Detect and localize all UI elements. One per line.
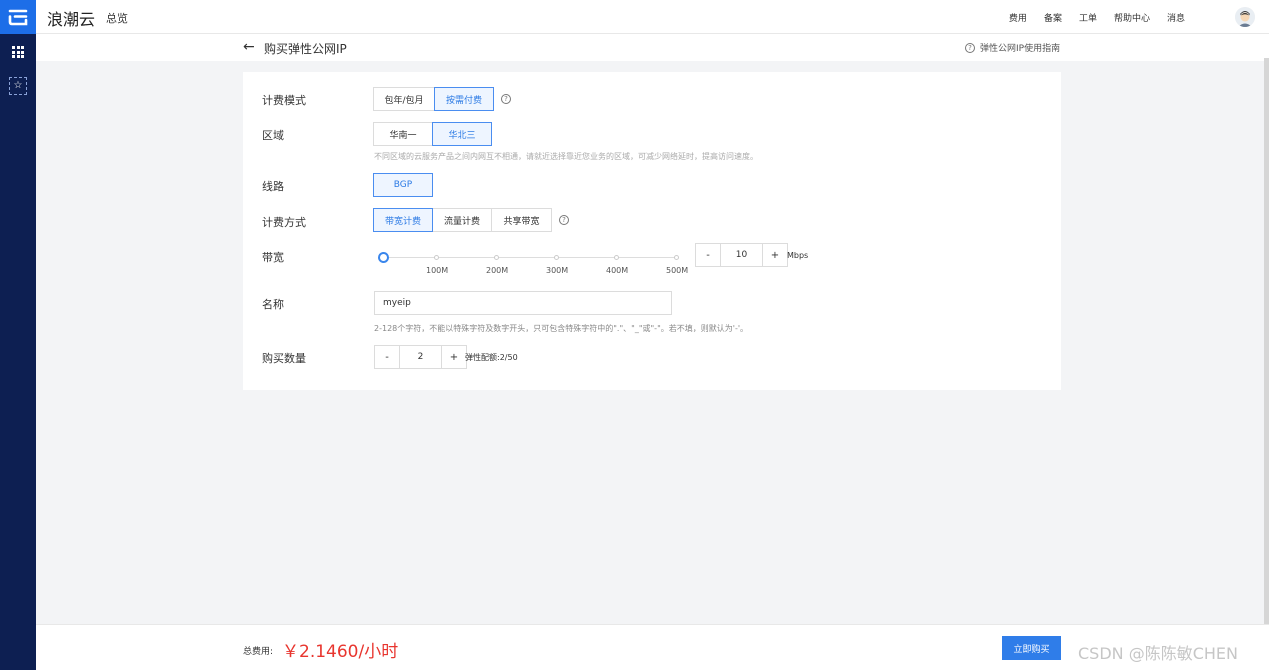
bandwidth-increase-button[interactable]: + — [763, 244, 787, 266]
option-prepaid[interactable]: 包年/包月 — [373, 87, 435, 111]
quantity-label: 购买数量 — [262, 352, 306, 365]
top-nav: 费用 备案 工单 帮助中心 消息 — [992, 11, 1185, 24]
purchase-form: 计费模式 包年/包月 按需付费 ? 区域 华南一 华北三 不同区域的云服务产品之… — [243, 72, 1061, 390]
nav-messages[interactable]: 消息 — [1167, 11, 1185, 24]
logo-icon[interactable] — [0, 0, 36, 34]
option-region-north-3[interactable]: 华北三 — [432, 122, 492, 146]
name-input[interactable]: myeip — [374, 291, 672, 315]
charge-type-label: 计费方式 — [262, 216, 306, 229]
billing-mode-label: 计费模式 — [262, 94, 306, 107]
quantity-value-input[interactable]: 2 — [399, 346, 442, 368]
quantity-stepper: - 2 + — [374, 345, 467, 369]
option-pay-as-you-go[interactable]: 按需付费 — [434, 87, 494, 111]
line-label: 线路 — [262, 180, 284, 193]
nav-tickets[interactable]: 工单 — [1079, 11, 1097, 24]
charge-type-selector: 带宽计费 流量计费 共享带宽 — [373, 208, 552, 232]
line-selector: BGP — [373, 173, 433, 197]
nav-fees[interactable]: 费用 — [1009, 11, 1027, 24]
bandwidth-value-input[interactable]: 10 — [720, 244, 763, 266]
option-bgp[interactable]: BGP — [373, 173, 433, 197]
slider-tick-label: 300M — [546, 266, 569, 275]
option-region-south-1[interactable]: 华南一 — [373, 122, 433, 146]
nav-help[interactable]: 帮助中心 — [1114, 11, 1150, 24]
option-traffic-billing[interactable]: 流量计费 — [432, 208, 492, 232]
favorites-star-icon[interactable]: ☆ — [9, 77, 27, 95]
slider-tick-label: 200M — [486, 266, 509, 275]
bandwidth-slider[interactable]: 100M 200M 300M 400M 500M — [378, 252, 688, 283]
apps-grid-icon[interactable] — [12, 46, 24, 58]
bottom-bar: 总费用: ￥2.1460/小时 立即购买 CSDN @陈陈敏CHEN — [36, 624, 1269, 670]
quantity-increase-button[interactable]: + — [442, 346, 466, 368]
avatar[interactable] — [1235, 7, 1255, 27]
top-bar: 浪潮云 总览 费用 备案 工单 帮助中心 消息 — [36, 0, 1269, 34]
brand-name[interactable]: 浪潮云 — [47, 6, 95, 30]
bandwidth-label: 带宽 — [262, 251, 284, 264]
page-title: 购买弹性公网IP — [264, 42, 347, 56]
name-label: 名称 — [262, 298, 284, 311]
option-bandwidth-billing[interactable]: 带宽计费 — [373, 208, 433, 232]
bandwidth-stepper: - 10 + — [695, 243, 788, 267]
total-label: 总费用: — [243, 647, 274, 657]
slider-stop[interactable] — [614, 255, 619, 260]
page-header: ← 购买弹性公网IP ? 弹性公网IP使用指南 — [36, 34, 1269, 61]
scrollbar[interactable] — [1264, 58, 1269, 624]
billing-help-icon[interactable]: ? — [501, 94, 511, 104]
nav-overview[interactable]: 总览 — [106, 10, 128, 26]
quota-text: 弹性配额:2/50 — [465, 353, 518, 362]
charge-help-icon[interactable]: ? — [559, 215, 569, 225]
quantity-decrease-button[interactable]: - — [375, 346, 399, 368]
bandwidth-decrease-button[interactable]: - — [696, 244, 720, 266]
slider-handle[interactable] — [378, 252, 389, 263]
region-label: 区域 — [262, 129, 284, 142]
guide-link[interactable]: ? 弹性公网IP使用指南 — [965, 41, 1060, 54]
option-shared-bandwidth[interactable]: 共享带宽 — [491, 208, 552, 232]
help-icon: ? — [965, 42, 975, 53]
slider-tick-label: 100M — [426, 266, 449, 275]
slider-stop[interactable] — [554, 255, 559, 260]
slider-track[interactable] — [383, 257, 679, 258]
left-rail: ☆ — [0, 0, 36, 670]
slider-stop[interactable] — [434, 255, 439, 260]
watermark: CSDN @陈陈敏CHEN — [1078, 644, 1238, 663]
nav-filing[interactable]: 备案 — [1044, 11, 1062, 24]
total-price: ￥2.1460/小时 — [282, 642, 399, 662]
slider-stop[interactable] — [494, 255, 499, 260]
buy-now-button[interactable]: 立即购买 — [1002, 636, 1061, 660]
slider-stop[interactable] — [674, 255, 679, 260]
name-hint: 2-128个字符，不能以特殊字符及数字开头，只可包含特殊字符中的"."、"_"或… — [374, 324, 749, 333]
bandwidth-unit: Mbps — [787, 251, 809, 260]
back-arrow-icon[interactable]: ← — [243, 39, 255, 55]
guide-link-label: 弹性公网IP使用指南 — [980, 44, 1061, 54]
region-selector: 华南一 华北三 — [373, 122, 492, 146]
slider-tick-label: 500M — [666, 266, 689, 275]
region-hint: 不同区域的云服务产品之间内网互不相通，请就近选择靠近您业务的区域，可减少网络延时… — [374, 152, 758, 161]
slider-tick-label: 400M — [606, 266, 629, 275]
billing-mode-selector: 包年/包月 按需付费 — [373, 87, 494, 111]
